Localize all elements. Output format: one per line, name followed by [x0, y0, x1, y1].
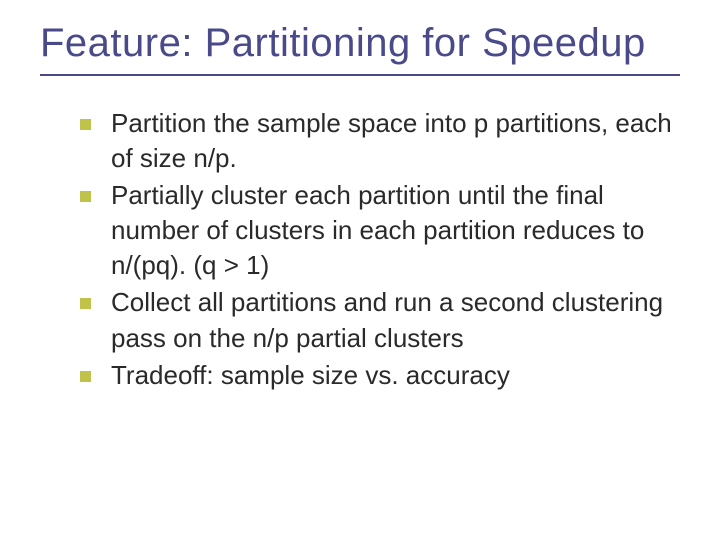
bullet-icon — [80, 119, 91, 130]
bullet-list: Partition the sample space into p partit… — [40, 106, 680, 393]
bullet-icon — [80, 298, 91, 309]
slide-title: Feature: Partitioning for Speedup — [40, 20, 680, 66]
bullet-text: Partially cluster each partition until t… — [111, 178, 680, 283]
bullet-icon — [80, 191, 91, 202]
list-item: Collect all partitions and run a second … — [80, 285, 680, 355]
bullet-icon — [80, 371, 91, 382]
list-item: Partition the sample space into p partit… — [80, 106, 680, 176]
list-item: Tradeoff: sample size vs. accuracy — [80, 358, 680, 393]
bullet-text: Partition the sample space into p partit… — [111, 106, 680, 176]
bullet-text: Collect all partitions and run a second … — [111, 285, 680, 355]
bullet-text: Tradeoff: sample size vs. accuracy — [111, 358, 510, 393]
list-item: Partially cluster each partition until t… — [80, 178, 680, 283]
title-underline — [40, 74, 680, 76]
